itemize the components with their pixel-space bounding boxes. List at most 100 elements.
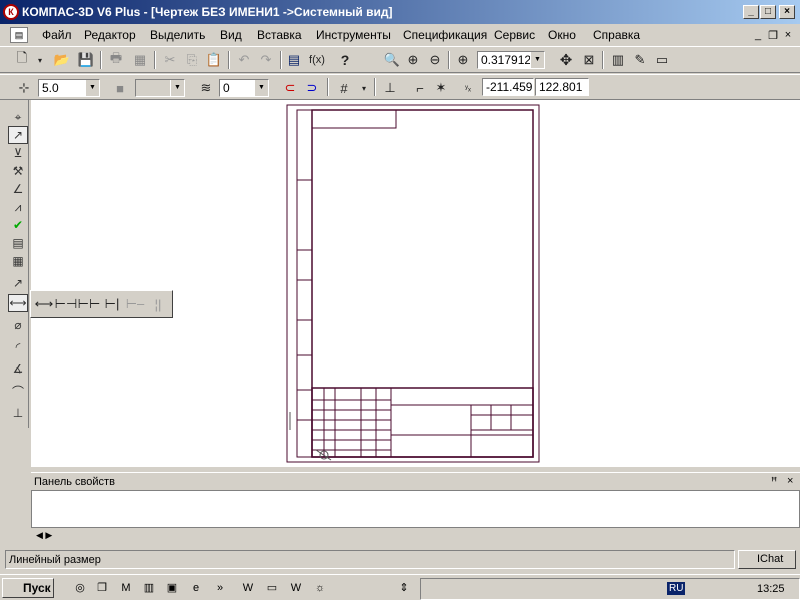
chain-dimension-icon[interactable]: ⊢⊢: [78, 294, 101, 314]
save-icon[interactable]: 💾: [76, 50, 96, 70]
print-icon[interactable]: 🖶: [106, 50, 126, 70]
menu-select[interactable]: Выделить: [150, 28, 205, 42]
scroll-icon[interactable]: ⇕: [396, 580, 412, 596]
select-icon[interactable]: ✔: [8, 216, 28, 234]
language-indicator[interactable]: RU: [667, 582, 686, 595]
common-line-dimension-icon[interactable]: ⊢|: [102, 294, 122, 314]
symbols-icon[interactable]: ⊻: [8, 144, 28, 162]
print-preview-icon[interactable]: ▦: [130, 50, 150, 70]
browser-icon[interactable]: ◎: [72, 580, 88, 596]
pan-icon[interactable]: ✥: [556, 50, 576, 70]
menu-help[interactable]: Справка: [593, 28, 640, 42]
properties-icon[interactable]: ▤: [284, 50, 304, 70]
zoom-window-icon[interactable]: 🔍: [382, 50, 402, 70]
radial-dimension-icon[interactable]: ◜: [8, 338, 28, 356]
auto-dimension-icon[interactable]: ↗: [8, 274, 28, 292]
photo-icon[interactable]: ▣: [164, 580, 180, 596]
local-cs-icon[interactable]: ⊥: [380, 78, 400, 98]
show-all-icon[interactable]: ⊠: [579, 50, 599, 70]
close-button[interactable]: ×: [779, 5, 795, 19]
mdi-minimize-button[interactable]: _: [752, 29, 764, 41]
document-icon[interactable]: ▤: [10, 27, 28, 43]
mdi-close-button[interactable]: ×: [782, 29, 794, 41]
compass-icon[interactable]: ▥: [141, 580, 157, 596]
help-pointer-icon[interactable]: ?: [335, 50, 355, 70]
step-combo[interactable]: 5.0 ▼: [38, 79, 100, 97]
variables-icon[interactable]: f(x): [307, 50, 327, 70]
task-app-icon[interactable]: ☼: [312, 580, 328, 596]
chevron-down-icon[interactable]: ▼: [530, 52, 544, 68]
linear-from-base-icon[interactable]: ⊢⊣: [55, 294, 78, 314]
zoom-in-icon[interactable]: ⊕: [403, 50, 423, 70]
arc-dimension-icon[interactable]: ⌒: [8, 382, 28, 400]
manager-icon[interactable]: ▥: [608, 50, 628, 70]
new-dropdown-icon[interactable]: ▾: [30, 50, 50, 70]
menu-tools[interactable]: Инструменты: [316, 28, 391, 42]
parameterization-icon[interactable]: ✶: [431, 78, 451, 98]
height-dimension-icon[interactable]: ⊥: [8, 404, 28, 422]
chevron-down-icon[interactable]: ▼: [170, 80, 184, 96]
maximize-button[interactable]: □: [760, 5, 776, 19]
chevron-down-icon[interactable]: ▼: [254, 80, 268, 96]
shelf-dimension-icon[interactable]: ¦|: [148, 294, 168, 314]
cut-icon[interactable]: ✂: [160, 50, 180, 70]
menu-specification[interactable]: Спецификация: [403, 28, 487, 42]
menu-window[interactable]: Окно: [548, 28, 576, 42]
zoom-out-icon[interactable]: ⊖: [425, 50, 445, 70]
close-panel-icon[interactable]: ×: [787, 475, 793, 487]
menu-insert[interactable]: Вставка: [257, 28, 302, 42]
ortho-icon[interactable]: ⌐: [410, 78, 430, 98]
task-compass-icon[interactable]: ▭: [264, 580, 280, 596]
linear-dimension-icon[interactable]: ⟷: [34, 294, 54, 314]
edit-pencil-icon[interactable]: ✎: [630, 50, 650, 70]
associative-icon[interactable]: ▤: [8, 234, 28, 252]
copy-icon[interactable]: ⎘: [182, 50, 202, 70]
style-icon[interactable]: ■: [110, 78, 130, 98]
geometry-icon[interactable]: ⌖: [8, 108, 28, 126]
angular-dimension-icon[interactable]: ∡: [8, 360, 28, 378]
layer-icon[interactable]: ≋: [196, 78, 216, 98]
ie-icon[interactable]: e: [188, 580, 204, 596]
grid-icon[interactable]: #: [334, 78, 354, 98]
break-dimension-icon[interactable]: ⊢–: [125, 294, 145, 314]
zoom-combo[interactable]: 0.317912 ▼: [477, 51, 545, 69]
zoom-scale-icon[interactable]: ⊕: [453, 50, 473, 70]
start-button[interactable]: Пуск: [2, 578, 54, 598]
mdi-restore-button[interactable]: ❐: [767, 29, 779, 42]
explorer-icon[interactable]: ❐: [94, 580, 110, 596]
style-combo[interactable]: ▼: [135, 79, 185, 97]
viewer-icon[interactable]: ▭: [652, 50, 672, 70]
task-word-icon[interactable]: W: [240, 580, 256, 596]
more-icon[interactable]: »: [212, 580, 228, 596]
open-icon[interactable]: 📂: [52, 50, 72, 70]
chevron-down-icon[interactable]: ▼: [85, 80, 99, 96]
coord-x-field[interactable]: -211.459: [482, 78, 534, 96]
ichat-button[interactable]: IChat: [738, 550, 796, 569]
app-icon[interactable]: M: [118, 580, 134, 596]
grid-dropdown-icon[interactable]: ▾: [354, 78, 374, 98]
menu-file[interactable]: Файл: [42, 28, 72, 42]
coord-y-field[interactable]: 122.801: [535, 78, 589, 96]
menu-edit[interactable]: Редактор: [84, 28, 136, 42]
local-snap-icon[interactable]: ⊃: [302, 78, 322, 98]
redo-icon[interactable]: ↷: [256, 50, 276, 70]
dimensions-icon[interactable]: ↗: [8, 126, 28, 144]
paste-icon[interactable]: 📋: [204, 50, 224, 70]
edit-tool-icon[interactable]: ⚒: [8, 162, 28, 180]
drawing-area[interactable]: [31, 100, 800, 467]
menu-service[interactable]: Сервис: [494, 28, 535, 42]
properties-panel-body[interactable]: [31, 490, 800, 528]
task-word2-icon[interactable]: W: [288, 580, 304, 596]
menu-view[interactable]: Вид: [220, 28, 242, 42]
new-document-icon[interactable]: 🗋: [12, 50, 32, 70]
measure-icon[interactable]: ⩘: [8, 198, 28, 216]
spec-icon[interactable]: ▦: [8, 252, 28, 270]
scroll-arrows[interactable]: ◀ ▶: [36, 530, 52, 541]
layer-combo[interactable]: 0 ▼: [219, 79, 269, 97]
parametrize-icon[interactable]: ∠: [8, 180, 28, 198]
cursor-step-icon[interactable]: ⊹: [14, 78, 34, 98]
linear-dimension-icon[interactable]: ⟷: [8, 294, 28, 312]
diameter-dimension-icon[interactable]: ⌀: [8, 316, 28, 334]
undo-icon[interactable]: ↶: [234, 50, 254, 70]
pin-icon[interactable]: ꟸ: [771, 475, 777, 488]
